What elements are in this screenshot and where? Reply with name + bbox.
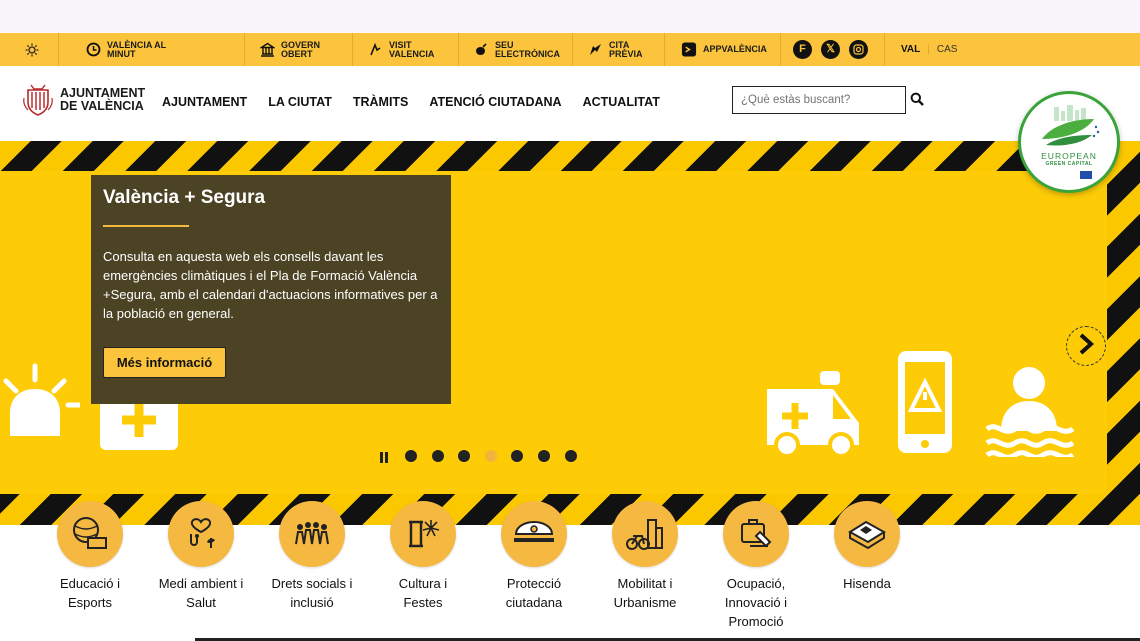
search-icon[interactable] <box>910 92 926 108</box>
nav-tramits[interactable]: TRÀMITS <box>353 95 409 109</box>
browser-top-strip <box>0 0 1140 33</box>
title-underline <box>103 225 189 227</box>
badge-line-1: EUROPEAN <box>1041 151 1097 161</box>
employment-innovation-icon <box>723 501 789 567</box>
culture-festivals-icon <box>390 501 456 567</box>
util-item-valencia-al-minut[interactable]: VALÈNCIA AL MINUT <box>59 33 245 66</box>
mobile-alert-icon <box>898 351 952 453</box>
carousel-dot[interactable] <box>511 449 524 462</box>
facebook-icon[interactable]: f <box>793 40 812 59</box>
category-grid: Educació i Esports Medi ambient i Salut … <box>0 501 1140 641</box>
nav-ajuntament[interactable]: AJUNTAMENT <box>162 95 247 109</box>
util-label: VISIT VALENCIA <box>389 39 435 59</box>
appointment-icon <box>587 42 603 58</box>
carousel-pagination <box>380 446 591 465</box>
theme-toggle[interactable] <box>0 33 59 66</box>
lang-cas[interactable]: CAS <box>937 45 958 55</box>
logo-text: AJUNTAMENT DE VALÈNCIA <box>60 87 145 113</box>
category-label: Cultura i Festes <box>398 576 448 610</box>
social-rights-icon <box>279 501 345 567</box>
category-label: Medi ambient i Salut <box>158 576 244 610</box>
util-label: CITA PRÈVIA <box>609 39 643 59</box>
category-cultura-festes[interactable]: Cultura i Festes <box>367 501 479 612</box>
util-item-visit-valencia[interactable]: VISIT VALENCIA <box>353 33 459 66</box>
education-sports-icon <box>57 501 123 567</box>
util-item-cita-previa[interactable]: CITA PRÈVIA <box>573 33 665 66</box>
lang-val[interactable]: VAL <box>901 45 920 55</box>
nav-la-ciutat[interactable]: LA CIUTAT <box>268 95 332 109</box>
carousel-dot[interactable] <box>405 449 417 462</box>
category-mobilitat-urbanisme[interactable]: Mobilitat i Urbanisme <box>589 501 701 612</box>
city-logo[interactable]: AJUNTAMENT DE VALÈNCIA <box>22 82 145 118</box>
language-switcher: VAL | CAS <box>885 33 957 66</box>
mobility-urbanism-icon <box>612 501 678 567</box>
main-header: AJUNTAMENT DE VALÈNCIA AJUNTAMENT LA CIU… <box>0 66 1140 141</box>
category-medi-ambient-salut[interactable]: Medi ambient i Salut <box>145 501 257 612</box>
category-drets-socials[interactable]: Drets socials i inclusió <box>256 501 368 612</box>
app-icon <box>681 42 697 58</box>
category-label: Ocupació, Innovació i Promoció <box>724 576 788 629</box>
carousel-next-button[interactable] <box>1066 326 1106 366</box>
visit-icon <box>367 42 383 58</box>
category-hisenda[interactable]: Hisenda <box>811 501 923 593</box>
nav-actualitat[interactable]: ACTUALITAT <box>583 95 660 109</box>
hero-info-card: València + Segura Consulta en aquesta we… <box>91 175 451 404</box>
category-ocupacio-innovacio[interactable]: Ocupació, Innovació i Promoció <box>700 501 812 631</box>
util-label: SEU ELECTRÒNICA <box>495 39 560 59</box>
carousel-dot[interactable] <box>537 449 550 462</box>
carousel-dot-active[interactable] <box>484 449 497 462</box>
util-label: APPVALÈNCIA <box>703 44 767 54</box>
more-info-button[interactable]: Més informació <box>103 347 226 378</box>
hero-title: València + Segura <box>103 187 266 208</box>
x-icon[interactable]: 𝕏 <box>821 40 840 59</box>
green-capital-logo-icon <box>1042 105 1100 146</box>
government-building-icon <box>259 42 275 58</box>
city-crest-icon <box>22 82 54 118</box>
nav-atencio-ciutadana[interactable]: ATENCIÓ CIUTADANA <box>429 95 561 109</box>
e-office-icon <box>473 42 489 58</box>
ambulance-icon <box>767 371 859 458</box>
civil-protection-icon <box>501 501 567 567</box>
carousel-dot[interactable] <box>564 449 577 462</box>
category-proteccio-ciutadana[interactable]: Protecció ciutadana <box>478 501 590 612</box>
environment-health-icon <box>168 501 234 567</box>
lang-divider: | <box>927 44 930 55</box>
social-links: f 𝕏 <box>781 33 885 66</box>
green-capital-badge[interactable]: EUROPEAN GREEN CAPITAL <box>1018 91 1120 193</box>
category-label: Hisenda <box>843 576 891 591</box>
instagram-icon[interactable] <box>849 40 868 59</box>
badge-line-2: GREEN CAPITAL <box>1045 161 1093 167</box>
eu-flag-icon <box>1080 171 1092 179</box>
category-label: Mobilitat i Urbanisme <box>613 576 677 610</box>
search-input[interactable] <box>732 86 906 114</box>
hero-body: Consulta en aquesta web els consells dav… <box>103 249 438 321</box>
category-educacio-esports[interactable]: Educació i Esports <box>34 501 146 612</box>
clock-icon <box>85 42 101 58</box>
chevron-right-icon <box>1077 333 1095 360</box>
util-label: GOVERN OBERT <box>281 39 321 59</box>
util-label: VALÈNCIA AL MINUT <box>107 39 167 59</box>
main-nav: AJUNTAMENT LA CIUTAT TRÀMITS ATENCIÓ CIU… <box>162 95 660 109</box>
carousel-dot[interactable] <box>458 449 471 462</box>
pause-icon[interactable] <box>380 452 390 465</box>
category-label: Educació i Esports <box>60 576 120 610</box>
flood-person-icon <box>985 367 1075 457</box>
util-item-appvalencia[interactable]: APPVALÈNCIA <box>665 33 781 66</box>
alarm-light-icon <box>3 363 80 436</box>
utility-bar: VALÈNCIA AL MINUT GOVERN OBERT VISIT VAL… <box>0 33 1140 66</box>
category-label: Protecció ciutadana <box>505 576 563 610</box>
util-item-seu-electronica[interactable]: SEU ELECTRÒNICA <box>459 33 573 66</box>
category-label: Drets socials i inclusió <box>271 576 353 610</box>
finance-icon <box>834 501 900 567</box>
carousel-dot[interactable] <box>431 449 444 462</box>
logo-line-2: DE VALÈNCIA <box>60 99 144 113</box>
sun-icon <box>24 42 40 58</box>
util-item-govern-obert[interactable]: GOVERN OBERT <box>245 33 353 66</box>
